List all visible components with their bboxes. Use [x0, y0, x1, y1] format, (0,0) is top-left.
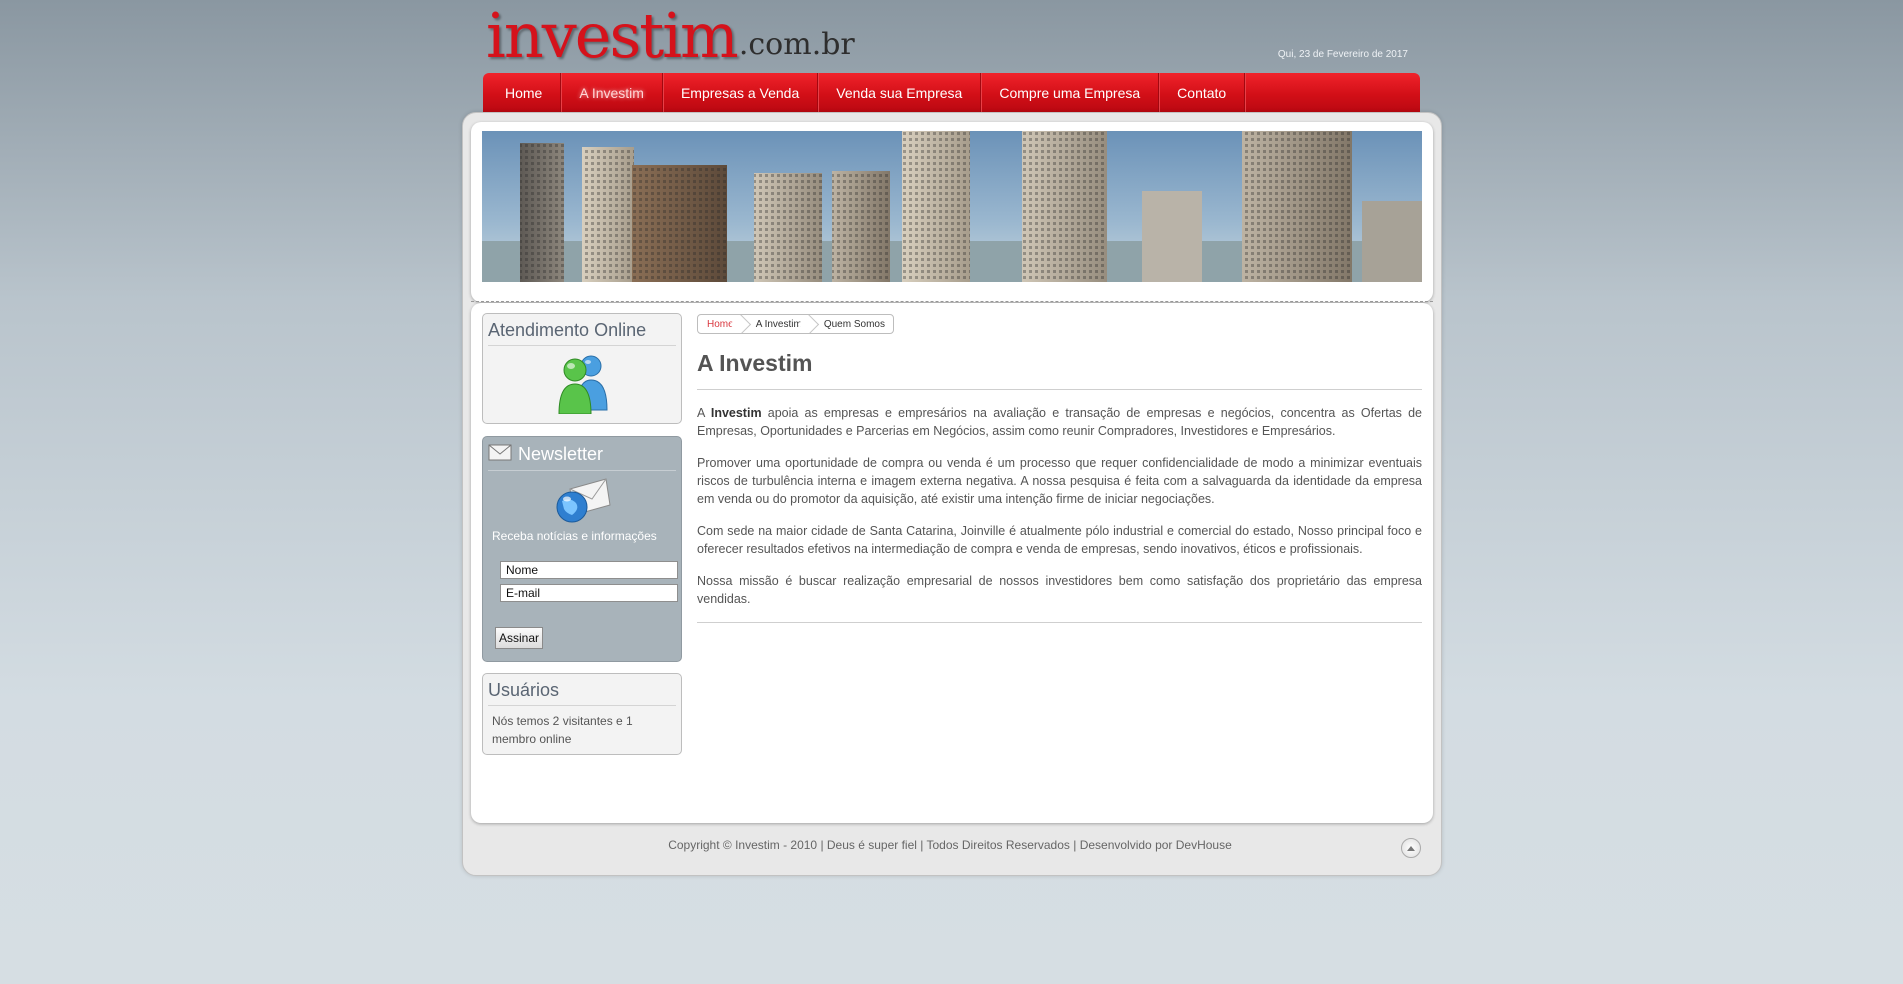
nav-item-home[interactable]: Home	[487, 73, 562, 113]
newsletter-module: Newsletter Receba notícias e informações…	[482, 436, 682, 662]
newsletter-text: Receba notícias e informações	[492, 529, 657, 543]
article-paragraph-4: Nossa missão é buscar realização empresa…	[697, 574, 1422, 606]
p1-rest: apoia as empresas e empresários na avali…	[697, 406, 1422, 438]
breadcrumb: Home A Investim Quem Somos	[697, 314, 894, 334]
arrow-up-icon[interactable]	[1401, 838, 1421, 858]
breadcrumb-quem-somos: Quem Somos	[823, 318, 885, 330]
subscribe-button[interactable]: Assinar	[495, 627, 544, 649]
online-support-module: Atendimento Online	[482, 313, 682, 424]
nav-item-contato[interactable]: Contato	[1159, 73, 1246, 113]
article: A Investim A Investim apoia as empresas …	[697, 350, 1422, 623]
users-online-text: Nós temos 2 visitantes e 1 membro online	[492, 714, 633, 746]
p1-prefix: A	[697, 406, 711, 420]
footer-text: Copyright © Investim - 2010 | Deus é sup…	[668, 838, 1232, 852]
article-paragraph-1: A Investim apoia as empresas e empresári…	[697, 404, 1422, 440]
nav-item-compre-uma-empresa[interactable]: Compre uma Empresa	[981, 73, 1160, 113]
newsletter-header: Newsletter	[488, 441, 676, 471]
p1-strong: Investim	[710, 406, 762, 420]
section-divider	[471, 301, 1433, 302]
breadcrumb-home[interactable]: Home	[698, 315, 742, 333]
newsletter-name-field[interactable]	[500, 561, 678, 579]
site-logo[interactable]: investim .com.br	[486, 0, 855, 72]
banner-image	[482, 131, 1422, 282]
current-date: Qui, 23 de Fevereiro de 2017	[1277, 49, 1408, 60]
main-nav: Home A Investim Empresas a Venda Venda s…	[483, 73, 1420, 113]
newsletter-title: Newsletter	[518, 444, 604, 464]
newsletter-email-field[interactable]	[500, 584, 678, 602]
envelope-icon	[488, 443, 512, 466]
users-title: Usuários	[488, 678, 676, 706]
globe-mail-icon	[488, 475, 676, 525]
article-divider	[697, 622, 1422, 623]
city-skyline-illustration	[482, 131, 1422, 282]
nav-item-a-investim[interactable]: A Investim	[561, 73, 663, 113]
logo-brand: investim	[486, 0, 739, 72]
nav-item-venda-sua-empresa[interactable]: Venda sua Empresa	[818, 73, 982, 113]
online-support-title: Atendimento Online	[488, 318, 676, 346]
article-paragraph-2: Promover uma oportunidade de compra ou v…	[697, 456, 1422, 506]
users-messenger-icon[interactable]	[488, 352, 676, 414]
article-paragraph-3: Com sede na maior cidade de Santa Catari…	[697, 524, 1422, 556]
nav-item-empresas-a-venda[interactable]: Empresas a Venda	[663, 73, 819, 113]
logo-tld: .com.br	[738, 27, 855, 62]
breadcrumb-a-investim[interactable]: A Investim	[742, 315, 810, 333]
page-title: A Investim	[697, 350, 1422, 390]
users-module: Usuários Nós temos 2 visitantes e 1 memb…	[482, 673, 682, 755]
